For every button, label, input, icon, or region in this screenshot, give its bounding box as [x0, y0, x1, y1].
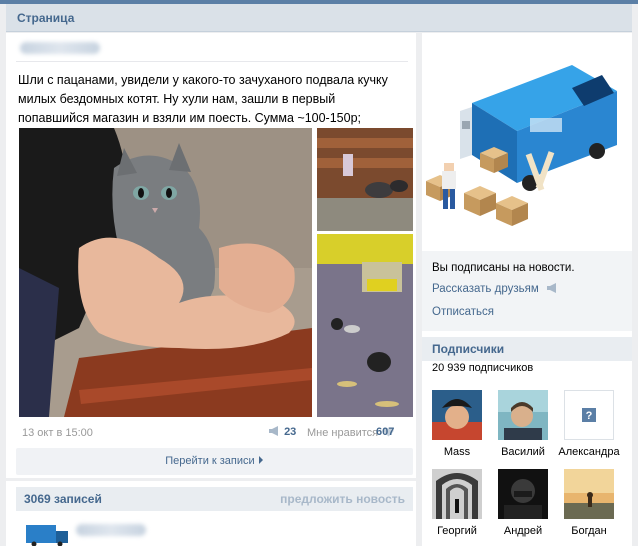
- post-card: Шли с пацанами, увидели у какого-то зачу…: [6, 33, 416, 478]
- post-text: Шли с пацанами, увидели у какого-то зачу…: [18, 73, 388, 125]
- subscriber-name: Андрей: [503, 525, 543, 537]
- divider: [16, 61, 408, 62]
- post-date[interactable]: 13 окт в 15:00: [22, 427, 93, 439]
- page-header: Страница: [6, 4, 632, 32]
- records-header: 3069 записей предложить новость: [16, 487, 413, 511]
- subscriber-name: Александра: [558, 446, 620, 458]
- truck-cover-image[interactable]: [422, 33, 632, 245]
- right-column: Вы подписаны на новости. Рассказать друз…: [422, 33, 632, 546]
- tell-friends-link[interactable]: Рассказать друзьям: [432, 283, 559, 295]
- avatar: [564, 469, 614, 519]
- subscribers-count[interactable]: 20 939 подписчиков: [432, 362, 533, 374]
- avatar: [498, 390, 548, 440]
- post-author-blurred[interactable]: [76, 524, 146, 536]
- avatar: [432, 390, 482, 440]
- community-cover: [422, 33, 632, 245]
- subscription-status: Вы подписаны на новости.: [432, 262, 575, 274]
- share-count: 23: [284, 426, 297, 438]
- subscription-block: Вы подписаны на новости. Рассказать друз…: [422, 251, 632, 331]
- svg-text:?: ?: [586, 410, 593, 422]
- subscriber-item[interactable]: Георгий: [426, 469, 488, 537]
- subscriber-name: Богдан: [571, 525, 607, 537]
- post-photo-kitten[interactable]: [19, 128, 312, 417]
- subscriber-item[interactable]: Mass: [426, 390, 488, 458]
- avatar: [498, 469, 548, 519]
- subscriber-name: Mass: [443, 446, 471, 458]
- subscribers-title: Подписчики: [432, 342, 505, 356]
- page-title: Страница: [17, 11, 75, 25]
- subscriber-name: Георгий: [437, 525, 477, 537]
- share-button[interactable]: 23: [268, 426, 296, 438]
- records-card: 3069 записей предложить новость: [6, 481, 416, 546]
- likes-count[interactable]: 607: [376, 426, 394, 438]
- post-photo-cats-bench[interactable]: [317, 128, 413, 231]
- post-author-blurred[interactable]: [20, 42, 100, 54]
- tell-friends-label: Рассказать друзьям: [432, 283, 539, 295]
- avatar: ?: [564, 390, 614, 440]
- subscriber-name: Василий: [501, 446, 545, 458]
- unsubscribe-link[interactable]: Отписаться: [432, 306, 494, 318]
- chevron-right-icon: [258, 456, 263, 464]
- subscribers-header[interactable]: Подписчики: [422, 337, 632, 361]
- avatar: [432, 469, 482, 519]
- truck-icon: [26, 525, 68, 546]
- goto-post-label: Перейти к записи: [165, 455, 255, 467]
- megaphone-icon: [546, 283, 556, 293]
- megaphone-icon: [269, 426, 278, 436]
- subscriber-item[interactable]: ? Александра: [558, 390, 620, 458]
- records-count[interactable]: 3069 записей: [24, 492, 102, 506]
- post-photo-cats-eating[interactable]: [317, 234, 413, 417]
- likes-label: Мне нравится: [307, 427, 379, 439]
- subscriber-item[interactable]: Богдан: [558, 469, 620, 537]
- subscriber-item[interactable]: Василий: [492, 390, 554, 458]
- subscriber-item[interactable]: Андрей: [492, 469, 554, 537]
- suggest-news-link[interactable]: предложить новость: [280, 492, 405, 506]
- goto-post-button[interactable]: Перейти к записи: [16, 448, 413, 475]
- question-icon: ?: [582, 408, 596, 422]
